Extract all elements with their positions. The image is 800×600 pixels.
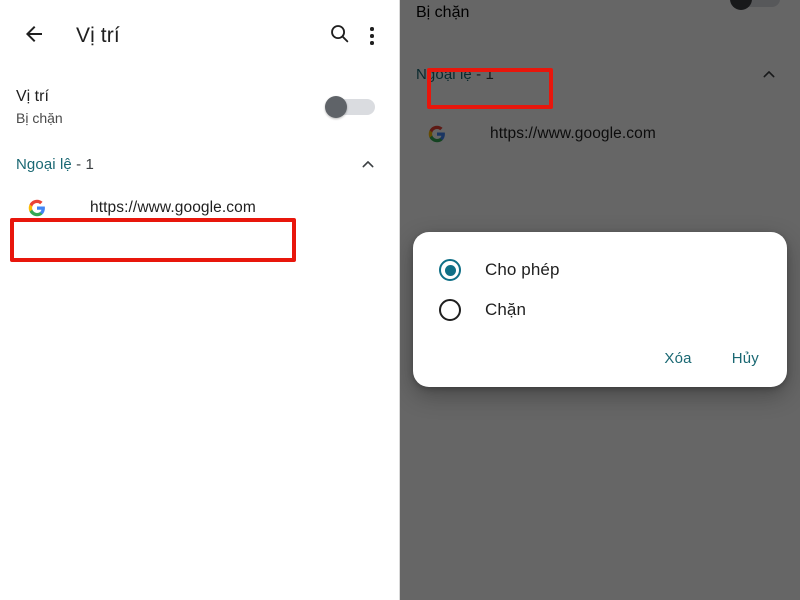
radio-allow-icon[interactable] bbox=[439, 259, 461, 281]
right-phone-screen: Bị chặn Ngoại lệ - 1 bbox=[400, 0, 800, 600]
switch-thumb bbox=[325, 96, 347, 118]
location-master-toggle-row[interactable]: Vị trí Bị chặn bbox=[0, 72, 399, 142]
radio-block-icon[interactable] bbox=[439, 299, 461, 321]
back-button[interactable] bbox=[14, 16, 54, 56]
radio-block-label: Chặn bbox=[485, 300, 527, 319]
radio-option-block[interactable]: Chặn bbox=[413, 290, 787, 330]
google-favicon bbox=[28, 199, 46, 217]
arrow-back-icon bbox=[22, 22, 46, 51]
overflow-menu-button[interactable] bbox=[359, 16, 385, 56]
delete-button[interactable]: Xóa bbox=[658, 346, 697, 371]
toggle-title: Vị trí bbox=[16, 88, 49, 105]
exceptions-section-header[interactable]: Ngoại lệ - 1 bbox=[0, 142, 399, 186]
chevron-up-icon[interactable] bbox=[357, 153, 379, 175]
search-icon bbox=[328, 22, 351, 50]
exceptions-section-label: Ngoại lệ - 1 bbox=[16, 156, 357, 173]
exceptions-label-text: Ngoại lệ bbox=[16, 155, 72, 173]
toggle-texts: Vị trí Bị chặn bbox=[16, 86, 325, 128]
radio-allow-label: Cho phép bbox=[485, 260, 560, 279]
permission-dialog: Cho phép Chặn Xóa Hủy bbox=[413, 232, 787, 387]
radio-option-allow[interactable]: Cho phép bbox=[413, 250, 787, 290]
location-switch[interactable] bbox=[325, 96, 375, 118]
toggle-subtitle: Bị chặn bbox=[16, 110, 63, 126]
cancel-button[interactable]: Hủy bbox=[726, 346, 765, 371]
left-phone-screen: Vị trí Vị trí Bị chặn Ngoại lệ - 1 https… bbox=[0, 0, 400, 600]
search-button[interactable] bbox=[319, 16, 359, 56]
screenshot-root: Vị trí Vị trí Bị chặn Ngoại lệ - 1 https… bbox=[0, 0, 800, 600]
more-vert-icon bbox=[370, 27, 374, 45]
app-bar: Vị trí bbox=[0, 0, 399, 72]
exceptions-count-text: - 1 bbox=[71, 155, 94, 173]
exception-site-row[interactable]: https://www.google.com bbox=[0, 186, 399, 230]
dialog-action-bar: Xóa Hủy bbox=[413, 330, 787, 379]
page-title: Vị trí bbox=[76, 24, 120, 47]
exception-site-url: https://www.google.com bbox=[90, 199, 256, 216]
